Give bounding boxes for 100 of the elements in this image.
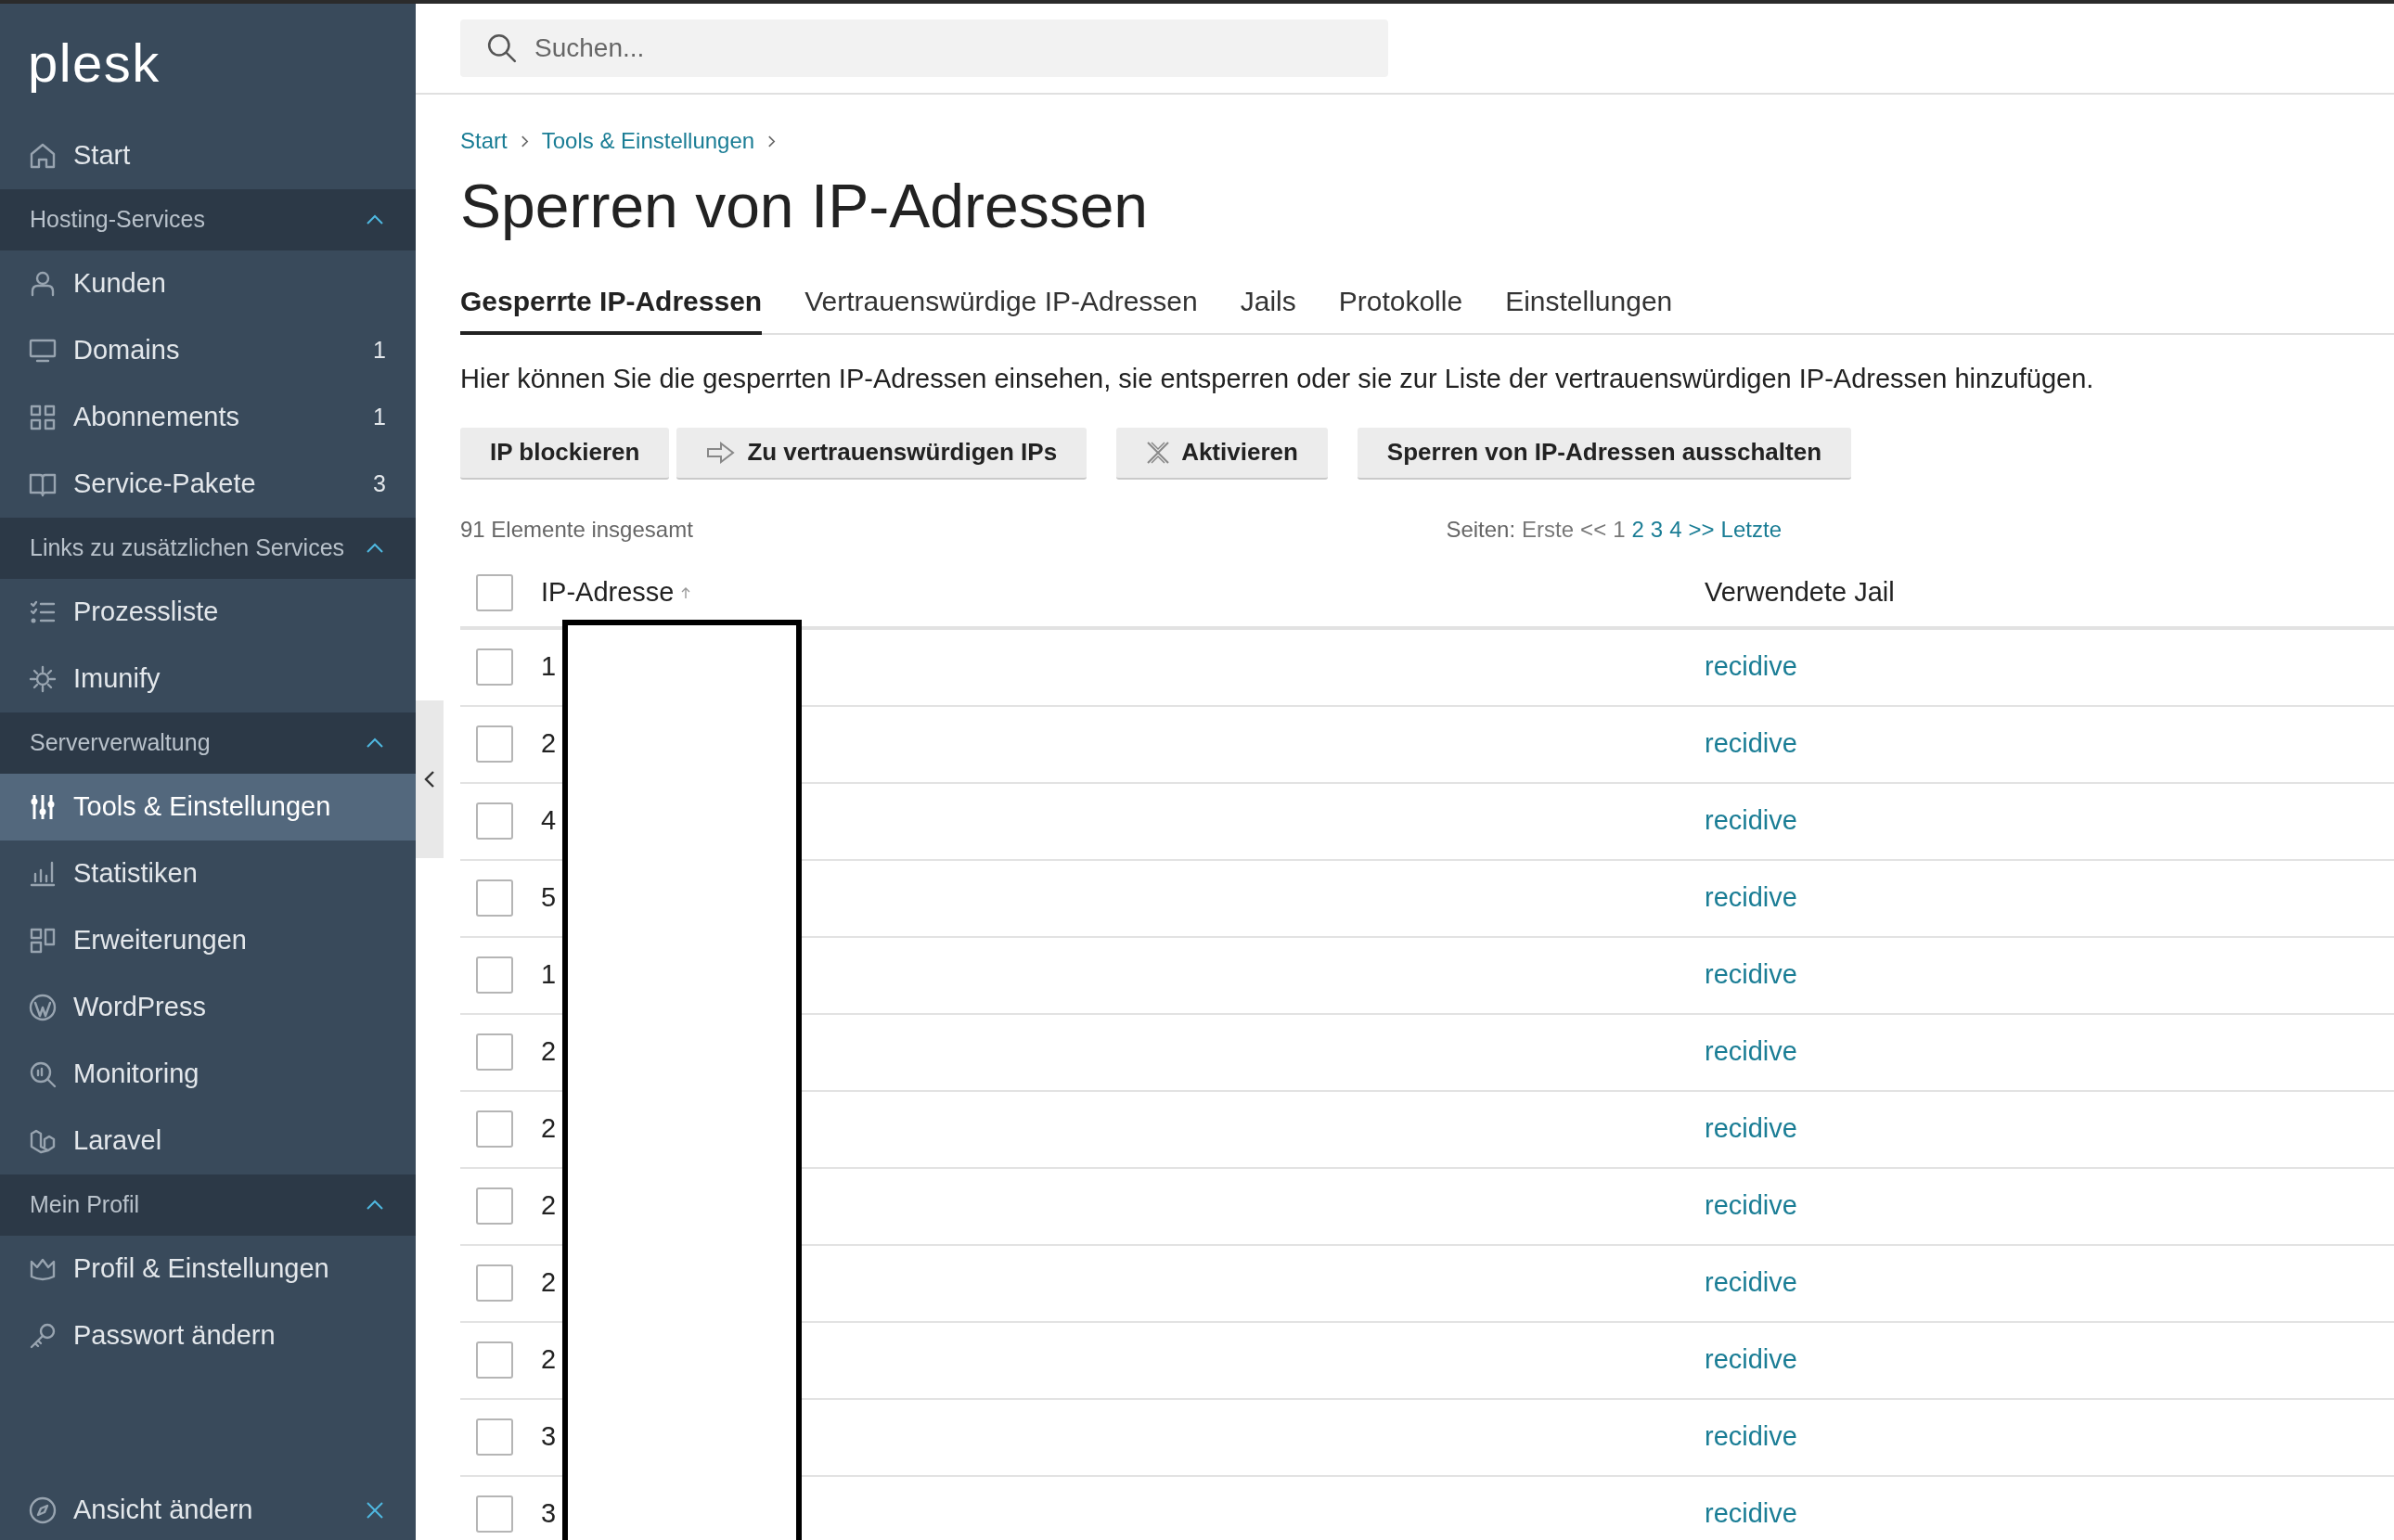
chevron-up-icon — [366, 1200, 384, 1211]
bar-chart-icon — [28, 859, 58, 889]
key-icon — [28, 1321, 58, 1351]
tab[interactable]: Gesperrte IP-Adressen — [460, 280, 763, 335]
blocks-icon — [28, 926, 58, 956]
nav-item[interactable]: Monitoring — [0, 1041, 416, 1108]
checkbox[interactable] — [476, 1264, 513, 1302]
page-link[interactable]: Letzte — [1720, 512, 1782, 546]
count-label: 3 — [373, 469, 386, 499]
checkbox[interactable] — [476, 648, 513, 686]
jail-link[interactable]: recidive — [1705, 728, 1797, 759]
checkbox[interactable] — [476, 956, 513, 994]
nav-item[interactable]: Passwort ändern — [0, 1303, 416, 1369]
checkbox[interactable] — [476, 1033, 513, 1071]
jail-link[interactable]: recidive — [1705, 651, 1797, 682]
jail-link[interactable]: recidive — [1705, 1267, 1797, 1298]
tab[interactable]: Einstellungen — [1505, 280, 1673, 335]
nav-item[interactable]: Start — [0, 122, 416, 189]
checkbox[interactable] — [476, 573, 513, 611]
search-field[interactable]: Suchen... — [460, 19, 1388, 77]
current-page[interactable]: 1 — [1613, 512, 1626, 546]
collapse-handle[interactable] — [416, 700, 444, 858]
ip-address: 5 — [541, 882, 557, 913]
count-label: 1 — [373, 403, 386, 432]
toolbar-button[interactable]: Zu vertrauenswürdigen IPs — [676, 427, 1088, 480]
ip-address: 2 — [541, 1267, 557, 1298]
nav-item[interactable]: Service-Pakete 3 — [0, 451, 416, 518]
nav-item[interactable]: Prozessliste — [0, 579, 416, 646]
ip-address: 3 — [541, 1421, 557, 1452]
checkbox[interactable] — [476, 1495, 513, 1533]
home-icon — [28, 141, 58, 171]
section-header[interactable]: Serververwaltung — [0, 712, 416, 774]
nav-item[interactable]: Tools & Einstellungen — [0, 774, 416, 841]
page-link[interactable]: 2 — [1631, 512, 1644, 546]
nav-item[interactable]: Kunden — [0, 250, 416, 317]
nav-item[interactable]: Domains 1 — [0, 317, 416, 384]
jail-link[interactable]: recidive — [1705, 1036, 1797, 1067]
nav-item[interactable]: Erweiterungen — [0, 907, 416, 974]
jail-link[interactable]: recidive — [1705, 1113, 1797, 1144]
ip-address: 4 — [541, 805, 557, 836]
ip-address: 1 — [541, 959, 557, 990]
chevron-up-icon — [366, 738, 384, 749]
nav-item[interactable]: Profil & Einstellungen — [0, 1236, 416, 1303]
column-header[interactable]: IP-Adresse — [541, 571, 675, 613]
checkbox[interactable] — [476, 802, 513, 840]
description-text: Hier können Sie die gesperrten IP-Adressen einsehen, sie entsperren oder sie zur Liste der vertrauenswürdigen IP-Adressen hinzufügen. — [460, 363, 2094, 395]
chevron-up-icon — [366, 543, 384, 554]
checkbox[interactable] — [476, 1110, 513, 1148]
jail-link[interactable]: recidive — [1705, 1498, 1797, 1529]
nav-item[interactable]: Laravel — [0, 1108, 416, 1174]
ip-address: 1 — [541, 651, 557, 682]
breadcrumb-link[interactable]: Start — [460, 124, 508, 158]
column-header[interactable]: Verwendete Jail — [1705, 576, 1895, 607]
section-header[interactable]: Hosting-Services — [0, 189, 416, 250]
close-icon[interactable] — [366, 1501, 384, 1520]
jail-link[interactable]: recidive — [1705, 805, 1797, 836]
compass-icon — [28, 1495, 58, 1525]
pagination-label: Seiten: — [1446, 515, 1516, 544]
count-label: 1 — [373, 336, 386, 366]
page-title: Sperren von IP-Adressen — [460, 171, 1149, 242]
toolbar-button[interactable]: IP blockieren — [460, 427, 670, 480]
section-header[interactable]: Mein Profil — [0, 1174, 416, 1236]
tab[interactable]: Vertrauenswürdige IP-Adressen — [804, 280, 1198, 335]
magnifier-icon — [28, 1059, 58, 1089]
breadcrumb-link[interactable]: Tools & Einstellungen — [541, 124, 755, 158]
page-link[interactable]: 3 — [1650, 512, 1664, 546]
jail-link[interactable]: recidive — [1705, 882, 1797, 913]
checkbox[interactable] — [476, 1187, 513, 1225]
page-link[interactable]: >> — [1688, 512, 1715, 546]
grid-icon — [28, 403, 58, 432]
toolbar-button[interactable]: Aktivieren — [1116, 427, 1328, 480]
nav-item[interactable]: Imunify — [0, 646, 416, 712]
wordpress-icon — [28, 993, 58, 1022]
nav-item[interactable]: Abonnements 1 — [0, 384, 416, 451]
checkbox[interactable] — [476, 879, 513, 917]
arrow-right-icon — [706, 441, 737, 464]
checkbox[interactable] — [476, 1341, 513, 1379]
nav-item[interactable]: WordPress — [0, 974, 416, 1041]
jail-link[interactable]: recidive — [1705, 1344, 1797, 1375]
toolbar-button[interactable]: Sperren von IP-Adressen ausschalten — [1357, 427, 1852, 480]
ip-address: 3 — [541, 1498, 557, 1529]
tab[interactable]: Protokolle — [1338, 280, 1463, 335]
nav-item[interactable]: Ansicht ändern — [0, 1481, 416, 1540]
nav-item[interactable]: Statistiken — [0, 841, 416, 907]
checkbox[interactable] — [476, 725, 513, 763]
chevron-up-icon — [366, 214, 384, 225]
section-header[interactable]: Links zu zusätzlichen Services — [0, 518, 416, 579]
ip-address: 2 — [541, 728, 557, 759]
close-icon — [1146, 440, 1171, 465]
total-count: 91 Elemente insgesamt — [460, 515, 693, 544]
page-link[interactable]: 4 — [1669, 512, 1682, 546]
jail-link[interactable]: recidive — [1705, 1421, 1797, 1452]
jail-link[interactable]: recidive — [1705, 959, 1797, 990]
gear-icon — [28, 664, 58, 694]
checkbox[interactable] — [476, 1418, 513, 1456]
jail-link[interactable]: recidive — [1705, 1190, 1797, 1221]
tab[interactable]: Jails — [1240, 280, 1296, 335]
chevron-right-icon — [520, 134, 529, 148]
chevron-right-icon — [767, 134, 777, 148]
ip-address: 2 — [541, 1113, 557, 1144]
